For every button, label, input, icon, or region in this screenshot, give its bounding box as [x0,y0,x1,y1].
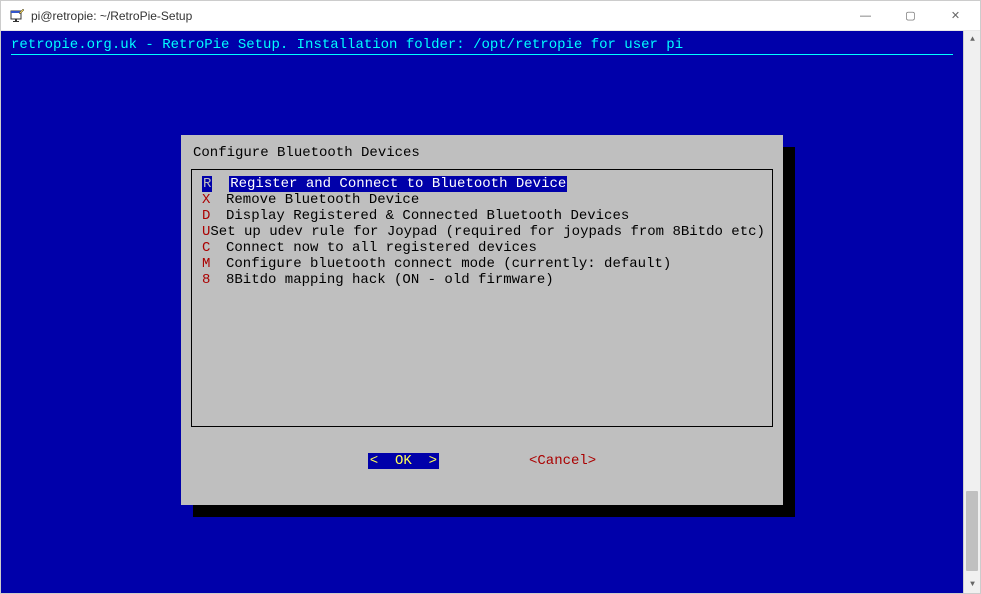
menu-item-label: Remove Bluetooth Device [226,192,419,208]
menu-item[interactable]: USet up udev rule for Joypad (required f… [202,224,762,240]
ok-button[interactable]: < OK > [368,453,439,469]
menu-item-key: U [202,224,210,240]
menu-item[interactable]: R Register and Connect to Bluetooth Devi… [202,176,762,192]
menu-item-label: Configure bluetooth connect mode (curren… [226,256,671,272]
menu-item[interactable]: XRemove Bluetooth Device [202,192,762,208]
terminal: retropie.org.uk - RetroPie Setup. Instal… [1,31,980,593]
close-button[interactable]: ✕ [933,2,978,30]
menu-item-key: R [202,176,212,192]
terminal-content: retropie.org.uk - RetroPie Setup. Instal… [1,31,963,593]
menu-item-label: Connect now to all registered devices [226,240,537,256]
setup-header: retropie.org.uk - RetroPie Setup. Instal… [1,31,963,54]
menu-item-key: C [202,240,226,256]
header-underline [11,54,953,55]
scrollbar-down-icon[interactable]: ▼ [964,576,980,593]
scrollbar[interactable]: ▲ ▼ [963,31,980,593]
menu-item-label: Display Registered & Connected Bluetooth… [226,208,629,224]
menu-item-label: Set up udev rule for Joypad (required fo… [210,224,765,240]
menu-item-key: 8 [202,272,226,288]
window: pi@retropie: ~/RetroPie-Setup — ▢ ✕ retr… [0,0,981,594]
cancel-button[interactable]: <Cancel> [529,453,596,469]
titlebar-title: pi@retropie: ~/RetroPie-Setup [31,9,843,23]
menu-item-label: 8Bitdo mapping hack (ON - old firmware) [226,272,554,288]
dialog-box: Configure Bluetooth Devices R Register a… [181,135,783,505]
maximize-button[interactable]: ▢ [888,2,933,30]
dialog-title: Configure Bluetooth Devices [181,135,783,165]
menu-item[interactable]: CConnect now to all registered devices [202,240,762,256]
menu-item-key: D [202,208,226,224]
titlebar: pi@retropie: ~/RetroPie-Setup — ▢ ✕ [1,1,980,31]
menu-item-key: X [202,192,226,208]
minimize-button[interactable]: — [843,2,888,30]
scrollbar-thumb[interactable] [966,491,978,571]
dialog-buttons: < OK > <Cancel> [181,427,783,469]
menu-item[interactable]: DDisplay Registered & Connected Bluetoot… [202,208,762,224]
titlebar-controls: — ▢ ✕ [843,2,978,30]
menu-item[interactable]: MConfigure bluetooth connect mode (curre… [202,256,762,272]
menu-list: R Register and Connect to Bluetooth Devi… [191,169,773,427]
putty-icon [9,8,25,24]
menu-item-key: M [202,256,226,272]
scrollbar-up-icon[interactable]: ▲ [964,31,980,48]
menu-item[interactable]: 88Bitdo mapping hack (ON - old firmware) [202,272,762,288]
menu-item-label: Register and Connect to Bluetooth Device [229,176,567,192]
